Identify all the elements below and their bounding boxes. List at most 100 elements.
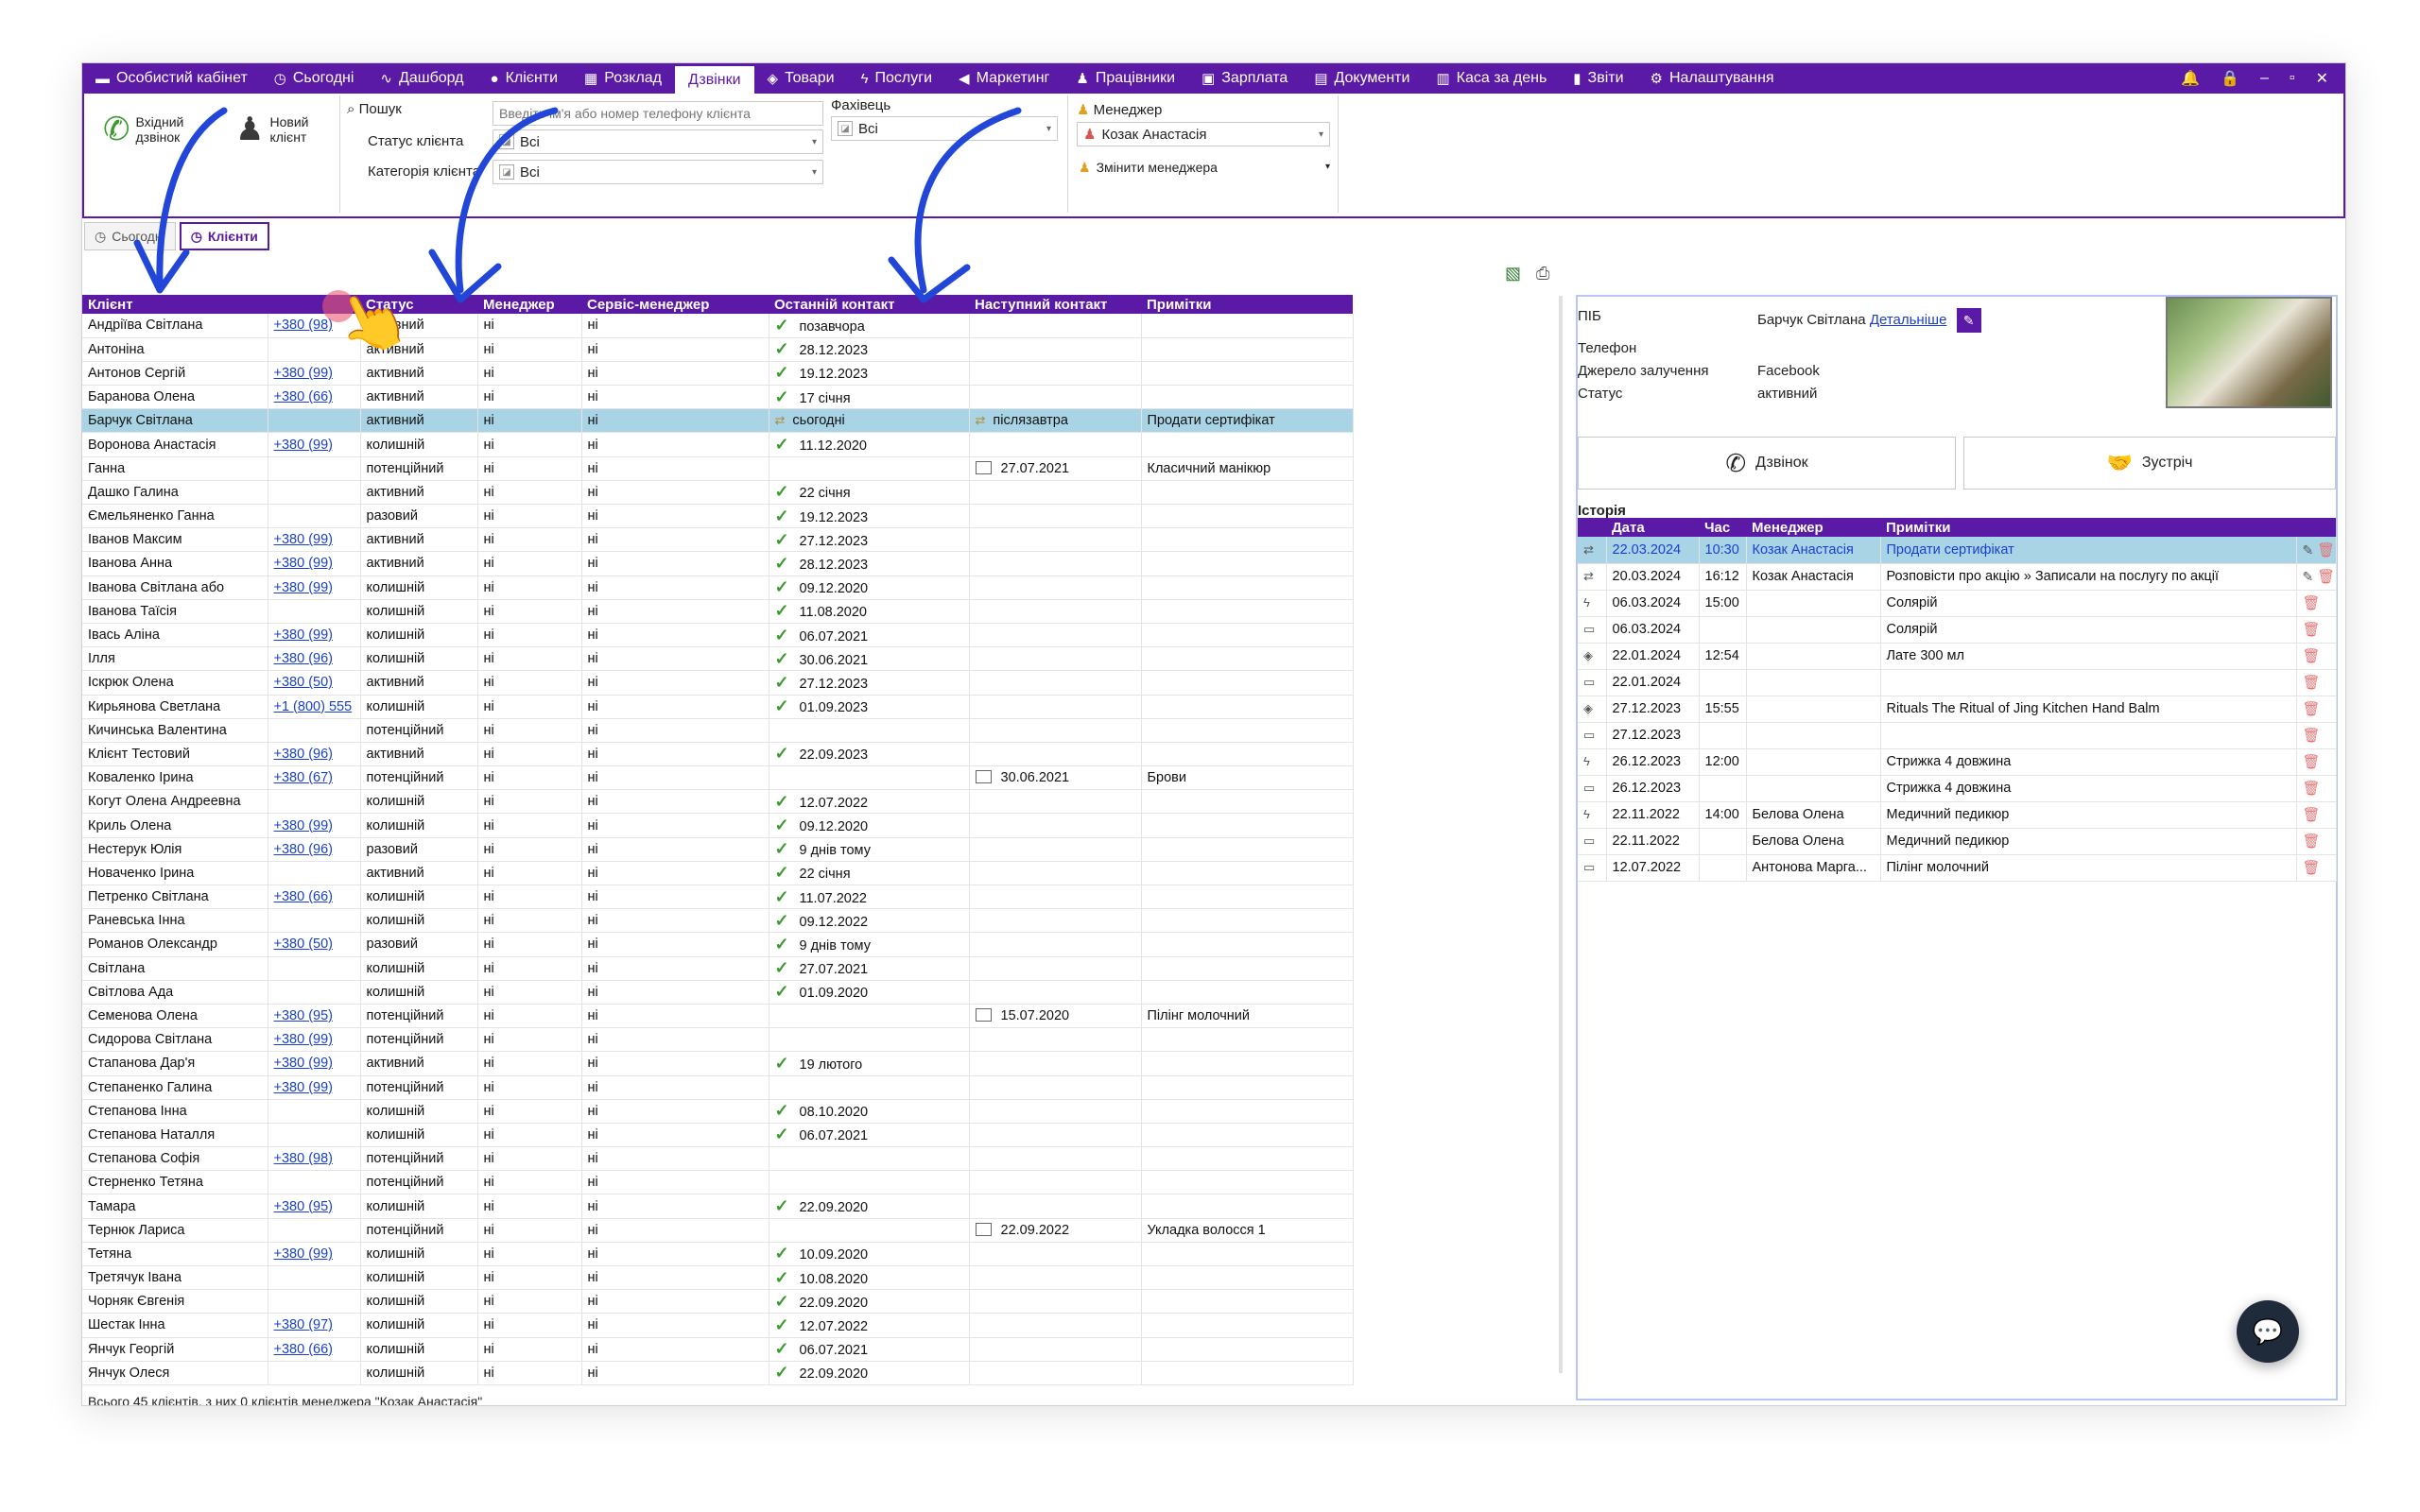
history-row[interactable]: ⇄ 22.03.2024 10:30 Козак Анастасія Продати с… [1578,537,2337,564]
table-row[interactable]: Іскрюк Олена +380 (50) активний ні ні ✓ 27.12.… [82,670,1354,696]
history-column-header[interactable]: Примітки [1880,518,2296,537]
grid-column-header[interactable]: Наступний контакт [969,295,1141,314]
table-row[interactable]: Янчук Георгій +380 (66) колишній ні ні ✓ 06.07… [82,1337,1354,1362]
details-link[interactable]: Детальніше [1870,312,1947,328]
close-icon[interactable]: ✕ [2316,69,2328,88]
cell-phone[interactable]: +380 (99) [268,527,361,553]
delete-icon[interactable]: 🗑 [2303,860,2321,876]
history-row[interactable]: ◈ 22.01.2024 12:54 Лате 300 мл 🗑 [1578,643,2337,670]
table-row[interactable]: Сидорова Світлана +380 (99) потенційний ні н… [82,1027,1354,1053]
nav-item-11[interactable]: ▤ Документи [1301,63,1423,94]
specialist-select[interactable]: ◪ Всі ▾ [831,116,1058,141]
excel-export-icon[interactable]: ▧ [1505,264,1521,284]
delete-icon[interactable]: 🗑 [2303,807,2321,823]
history-row[interactable]: ▭ 12.07.2022 Антонова Марга... Пілінг молоч… [1578,854,2337,882]
table-row[interactable]: Шестак Інна +380 (97) колишній ні ні ✓ 12.07.2… [82,1313,1354,1338]
table-row[interactable]: Антонов Сергій +380 (99) активний ні ні ✓ 19.1… [82,361,1354,387]
history-row[interactable]: ϟ 06.03.2024 15:00 Солярій 🗑 [1578,590,2337,617]
grid-column-header[interactable]: Менеджер [477,295,581,314]
table-row[interactable]: Тетяна +380 (99) колишній ні ні ✓ 10.09.2020 [82,1242,1354,1267]
table-row[interactable]: Третячук Івана колишній ні ні ✓ 10.08.2020 [82,1265,1354,1291]
history-row[interactable]: ⇄ 20.03.2024 16:12 Козак Анастасія Розповіст… [1578,563,2337,591]
nav-item-0[interactable]: ▬ Особистий кабінет [82,63,261,94]
delete-icon[interactable]: 🗑 [2303,675,2321,691]
grid-column-header[interactable]: Статус [360,295,477,314]
nav-item-9[interactable]: ♟ Працівники [1063,63,1188,94]
cell-phone[interactable]: +380 (98) [268,314,361,338]
table-row[interactable]: Криль Олена +380 (99) колишній ні ні ✓ 09.12.2… [82,813,1354,838]
bell-icon[interactable]: 🔔 [2181,69,2200,88]
cell-phone[interactable]: +380 (50) [268,670,361,696]
nav-item-14[interactable]: ⚙ Налаштування [1637,63,1788,94]
cell-phone[interactable]: +1 (800) 555 [268,695,361,719]
category-filter-select[interactable]: ◪ Всі ▾ [493,160,823,184]
history-row[interactable]: ▭ 27.12.2023 🗑 [1578,722,2337,749]
nav-item-6[interactable]: ◈ Товари [754,63,848,94]
delete-icon[interactable]: 🗑 [2303,754,2321,770]
client-photo[interactable] [2166,297,2332,408]
table-row[interactable]: Ємельяненко Ганна разовий ні ні ✓ 19.12.2023 [82,504,1354,529]
table-row[interactable]: Клієнт Тестовий +380 (96) активний ні ні ✓ 22.… [82,742,1354,767]
table-row[interactable]: Когут Олена Андреевна колишній ні ні ✓ 12.07.… [82,789,1354,815]
table-row[interactable]: Семенова Олена +380 (95) потенційний ні ні 15… [82,1004,1354,1029]
manager-select[interactable]: ♟ Козак Анастасія ▾ [1077,122,1330,146]
cell-phone[interactable]: +380 (99) [268,551,361,576]
grid-column-header[interactable]: Останній контакт [769,295,969,314]
chat-bubble-button[interactable]: 💬 [2237,1300,2299,1363]
incoming-call-button[interactable]: ✆ Вхідний дзвінок [103,113,193,146]
table-row[interactable]: Новаченко Ірина активний ні ні ✓ 22 січня [82,861,1354,886]
cell-phone[interactable]: +380 (97) [268,1313,361,1338]
table-row[interactable]: Андріїва Світлана +380 (98) активний ні ні ✓ п… [82,314,1354,338]
delete-icon[interactable]: 🗑 [2303,781,2321,797]
lock-icon[interactable]: 🔒 [2221,69,2239,88]
history-row[interactable]: ▭ 06.03.2024 Солярій 🗑 [1578,616,2337,644]
table-row[interactable]: Воронова Анастасія +380 (99) колишній ні ні ✓… [82,432,1354,457]
history-column-header[interactable] [2296,518,2336,537]
nav-item-4[interactable]: ▦ Розклад [571,63,675,94]
delete-icon[interactable]: 🗑 [2303,648,2321,664]
splitter[interactable] [1559,296,1563,1373]
table-row[interactable]: Чорняк Євгенія колишній ні ні ✓ 22.09.2020 [82,1289,1354,1314]
grid-column-header[interactable] [268,295,360,314]
cell-phone[interactable]: +380 (95) [268,1004,361,1029]
cell-phone[interactable]: +380 (96) [268,837,361,862]
cell-phone[interactable]: +380 (99) [268,1051,361,1076]
delete-icon[interactable]: 🗑 [2317,569,2335,585]
table-row[interactable]: Дашко Галина активний ні ні ✓ 22 січня [82,480,1354,506]
search-input[interactable] [493,101,823,126]
delete-icon[interactable]: 🗑 [2317,542,2335,558]
cell-phone[interactable]: +380 (99) [268,623,361,648]
table-row[interactable]: Ганна потенційний ні ні 27.07.2021 Класичний … [82,456,1354,481]
table-row[interactable]: Кирьянова Светлана +1 (800) 555 колишній ні… [82,695,1354,719]
grid-column-header[interactable]: Сервіс-менеджер [581,295,769,314]
history-column-header[interactable]: Час [1699,518,1746,537]
table-row[interactable]: Степанова Софія +380 (98) потенційний ні ні [82,1146,1354,1172]
table-row[interactable]: Стерненко Тетяна потенційний ні ні [82,1170,1354,1195]
history-row[interactable]: ▭ 26.12.2023 Стрижка 4 довжина 🗑 [1578,775,2337,802]
meeting-button[interactable]: 🤝 Зустріч [1963,437,2336,490]
cell-phone[interactable]: +380 (99) [268,1242,361,1267]
new-client-button[interactable]: ♟ Новий клієнт [235,113,317,146]
cell-phone[interactable]: +380 (99) [268,1075,361,1100]
table-row[interactable]: Раневська Інна колишній ні ні ✓ 09.12.2022 [82,908,1354,934]
status-filter-select[interactable]: ◪ Всі ▾ [493,129,823,154]
cell-phone[interactable]: +380 (66) [268,885,361,910]
history-row[interactable]: ϟ 22.11.2022 14:00 Белова Олена Медичний пед… [1578,801,2337,829]
edit-icon[interactable]: ✎ [2303,542,2318,558]
nav-item-8[interactable]: ◀ Маркетинг [945,63,1063,94]
cell-phone[interactable]: +380 (99) [268,432,361,457]
table-row[interactable]: Іванова Анна +380 (99) активний ні ні ✓ 28.12.… [82,551,1354,576]
cell-phone[interactable]: +380 (66) [268,385,361,410]
table-row[interactable]: Стапанова Дар'я +380 (99) активний ні ні ✓ 19 … [82,1051,1354,1076]
delete-icon[interactable]: 🗑 [2303,622,2321,638]
table-row[interactable]: Янчук Олеся колишній ні ні ✓ 22.09.2020 [82,1361,1354,1385]
cell-phone[interactable]: +380 (66) [268,1337,361,1362]
table-row[interactable]: Романов Олександр +380 (50) разовий ні ні ✓ 9 … [82,932,1354,957]
table-row[interactable]: Барчук Світлана активний ні ні ⇄ сьогодні ⇄ піс… [82,408,1354,434]
cell-phone[interactable]: +380 (95) [268,1194,361,1219]
table-row[interactable]: Антоніна активний ні ні ✓ 28.12.2023 [82,337,1354,362]
delete-icon[interactable]: 🗑 [2303,833,2321,850]
table-row[interactable]: Петренко Світлана +380 (66) колишній ні ні ✓ 1… [82,885,1354,910]
nav-item-13[interactable]: ▮ Звіти [1560,63,1636,94]
nav-item-2[interactable]: ∿ Дашборд [367,63,476,94]
